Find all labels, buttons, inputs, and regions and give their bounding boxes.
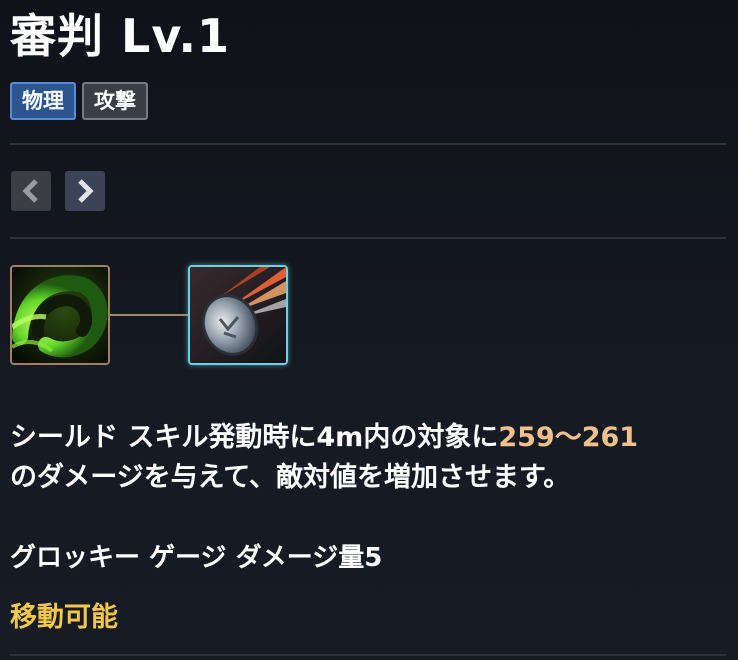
next-button[interactable]: [65, 171, 105, 211]
divider-top: [10, 143, 726, 145]
description-part1: シールド スキル発動時に4m内の対象に: [10, 422, 499, 453]
skill-node-vortex[interactable]: [10, 265, 110, 365]
movable-label: 移動可能: [10, 602, 118, 633]
tag-physical: 物理: [10, 82, 76, 120]
green-vortex-skill-icon: [12, 267, 108, 363]
prev-button[interactable]: [11, 171, 51, 211]
description-part2: のダメージを与えて、敵対値を増加させます。: [10, 462, 571, 493]
groggy-damage: グロッキー ゲージ ダメージ量5: [10, 543, 383, 573]
tag-attack: 攻撃: [82, 82, 148, 120]
skill-node-shield[interactable]: [188, 265, 288, 365]
damage-range: 259～261: [498, 422, 639, 453]
divider-middle: [10, 237, 726, 239]
skill-connector: [110, 314, 188, 316]
skill-tags: 物理 攻撃: [10, 82, 148, 120]
chevron-right-icon: [78, 179, 94, 203]
divider-bottom: [10, 654, 726, 656]
flaming-shield-skill-icon: [190, 267, 286, 363]
skill-title: 審判 Lv.1: [10, 9, 231, 63]
skill-description: シールド スキル発動時に4m内の対象に259～261 のダメージを与えて、敵対値を…: [10, 418, 726, 498]
chevron-left-icon: [22, 179, 38, 203]
